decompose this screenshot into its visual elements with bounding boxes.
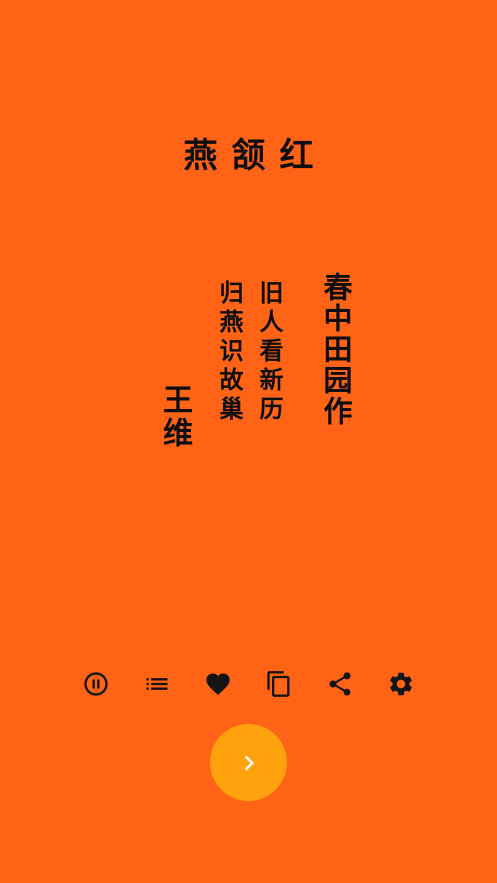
- poem-line-1: 旧人看新历: [255, 280, 284, 425]
- share-icon: [329, 672, 351, 696]
- copy-button[interactable]: [259, 664, 299, 704]
- poem-title: 春中田园作: [319, 272, 353, 427]
- share-button[interactable]: [320, 664, 360, 704]
- gear-icon: [390, 672, 412, 696]
- color-name-title: 燕颔红: [183, 136, 328, 176]
- list-button[interactable]: [137, 664, 177, 704]
- pause-circle-icon: [84, 672, 108, 696]
- list-icon: [146, 678, 168, 690]
- chevron-right-icon: [244, 755, 254, 770]
- heart-icon: [206, 673, 230, 695]
- poem-author: 王维: [157, 384, 192, 450]
- settings-button[interactable]: [381, 664, 421, 704]
- pause-button[interactable]: [76, 664, 116, 704]
- next-button[interactable]: [210, 724, 287, 801]
- action-toolbar: [76, 664, 421, 704]
- copy-icon: [267, 671, 290, 697]
- poem-line-2: 归燕识故巢: [215, 280, 244, 425]
- favorite-button[interactable]: [198, 664, 238, 704]
